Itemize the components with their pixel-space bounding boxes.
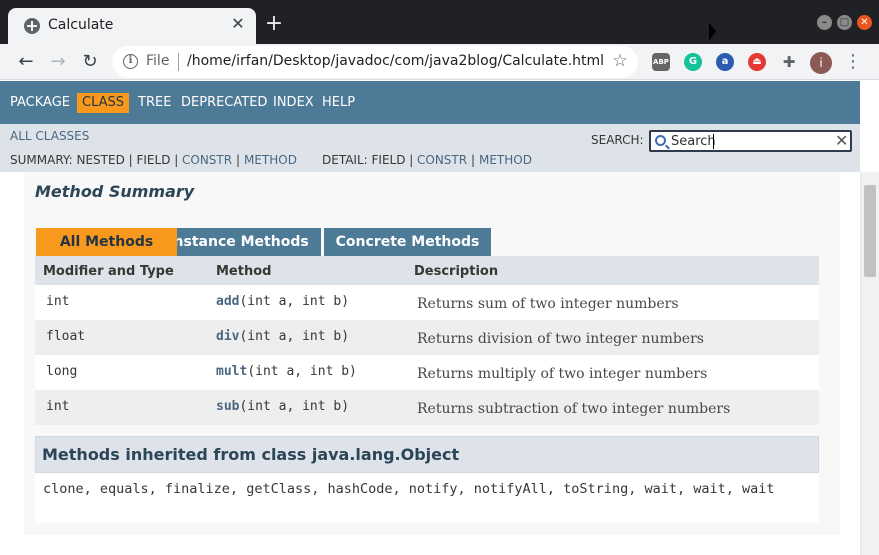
nav-package[interactable]: PACKAGE [10,93,70,113]
url-text[interactable]: /home/irfan/Desktop/javadoc/com/java2blo… [187,53,604,69]
method-signature: div(int a, int b) [216,329,349,344]
table-header: Modifier and Type Method Description [35,256,819,285]
browser-toolbar: ← → ↻ i File /home/irfan/Desktop/javadoc… [0,44,879,80]
detail-method-link[interactable]: METHOD [479,153,532,167]
method-link[interactable]: mult [216,364,247,379]
column-header-method: Method [216,264,272,279]
javadoc-top-nav: PACKAGE CLASS TREE DEPRECATED INDEX HELP [0,81,860,124]
tab-concrete-methods[interactable]: Concrete Methods [324,228,491,256]
method-link[interactable]: div [216,329,239,344]
new-tab-button[interactable]: + [262,12,286,36]
info-icon[interactable]: i [123,54,138,69]
tab-close-icon[interactable]: ✕ [228,14,248,34]
column-header-type: Modifier and Type [43,264,174,279]
detail-separator: | [471,153,476,167]
detail-constr-link[interactable]: CONSTR [417,153,467,167]
method-link[interactable]: add [216,294,239,309]
method-link[interactable]: sub [216,399,239,414]
inherited-methods-section: Methods inherited from class java.lang.O… [35,436,819,523]
method-description: Returns division of two integer numbers [417,331,704,347]
address-bar[interactable]: i File /home/irfan/Desktop/javadoc/com/j… [112,46,638,78]
text-caret [713,134,714,149]
back-button[interactable]: ← [14,50,38,74]
column-header-description: Description [414,264,499,279]
forward-button[interactable]: → [46,50,70,74]
all-classes-link[interactable]: ALL CLASSES [10,129,89,143]
return-type: long [46,364,78,379]
tab-instance-methods[interactable]: Instance Methods [156,228,321,256]
grammarly-extension-icon[interactable]: G [684,53,702,71]
search-icon [655,135,666,146]
nav-index[interactable]: INDEX [273,93,314,113]
a-extension-icon[interactable]: a [716,53,734,71]
globe-icon [24,18,40,34]
method-table: Modifier and Type Method Description int… [35,256,819,425]
summary-method-link[interactable]: METHOD [244,153,297,167]
table-row: float div(int a, int b) Returns division… [35,320,819,355]
search-reset-icon[interactable]: ✕ [835,132,849,150]
inherited-method-list[interactable]: clone, equals, finalize, getClass, hashC… [43,481,775,497]
method-description: Returns subtraction of two integer numbe… [417,401,731,417]
nav-help[interactable]: HELP [322,93,355,113]
table-row: long mult(int a, int b) Returns multiply… [35,355,819,390]
tab-title: Calculate [48,17,114,33]
method-signature: add(int a, int b) [216,294,349,309]
mouse-cursor-icon [709,22,716,44]
section-title: Method Summary [35,182,195,201]
browser-menu-icon[interactable]: ⋮ [844,50,862,74]
page-viewport: PACKAGE CLASS TREE DEPRECATED INDEX HELP… [0,81,879,555]
red-extension-icon[interactable]: ⏏ [748,53,766,71]
method-params: (int a, int b) [239,329,350,344]
detail-label: DETAIL: FIELD | [322,153,414,167]
search-label: SEARCH: [591,133,644,147]
method-params: (int a, int b) [239,294,350,309]
browser-tab[interactable]: Calculate ✕ [8,8,256,44]
javadoc-sub-nav: ALL CLASSES SEARCH: ✕ SUMMARY: NESTED | … [0,124,860,172]
table-row: int add(int a, int b) Returns sum of two… [35,285,819,320]
inherited-header: Methods inherited from class java.lang.O… [35,436,819,473]
method-signature: mult(int a, int b) [216,364,357,379]
method-summary-section: Method Summary Instance Methods Concrete… [24,172,840,535]
tab-all-methods[interactable]: All Methods [36,228,177,256]
method-params: (int a, int b) [247,364,357,379]
url-scheme: File [146,53,170,69]
minimize-button[interactable]: – [817,15,832,30]
class-content: Method Summary Instance Methods Concrete… [0,172,860,555]
bookmark-star-icon[interactable]: ☆ [610,50,630,72]
table-row: int sub(int a, int b) Returns subtractio… [35,390,819,425]
inherited-title: Methods inherited from class java.lang.O… [42,445,460,464]
return-type: int [46,294,70,309]
method-signature: sub(int a, int b) [216,399,349,414]
profile-avatar[interactable]: i [810,52,832,74]
method-description: Returns multiply of two integer numbers [417,366,708,382]
search-box[interactable]: ✕ [649,130,852,152]
nav-deprecated[interactable]: DEPRECATED [181,93,267,113]
browser-titlebar: Calculate ✕ + – □ ✕ [0,0,879,44]
method-params: (int a, int b) [239,399,350,414]
nav-tree[interactable]: TREE [138,93,171,113]
summary-label: SUMMARY: NESTED | FIELD | [10,153,179,167]
adblock-extension-icon[interactable]: ABP [652,53,670,71]
maximize-button[interactable]: □ [837,15,852,30]
nav-class[interactable]: CLASS [77,93,130,113]
vertical-scrollbar[interactable] [860,172,879,555]
return-type: float [46,329,86,344]
puzzle-extensions-icon[interactable]: ✚ [780,53,798,71]
search-input[interactable] [671,133,831,150]
window-close-button[interactable]: ✕ [857,15,872,30]
scrollbar-thumb[interactable] [864,185,876,277]
return-type: int [46,399,70,414]
address-divider [178,53,179,71]
reload-button[interactable]: ↻ [78,50,102,74]
summary-constr-link[interactable]: CONSTR [182,153,232,167]
summary-separator: | [236,153,241,167]
method-description: Returns sum of two integer numbers [417,296,679,312]
